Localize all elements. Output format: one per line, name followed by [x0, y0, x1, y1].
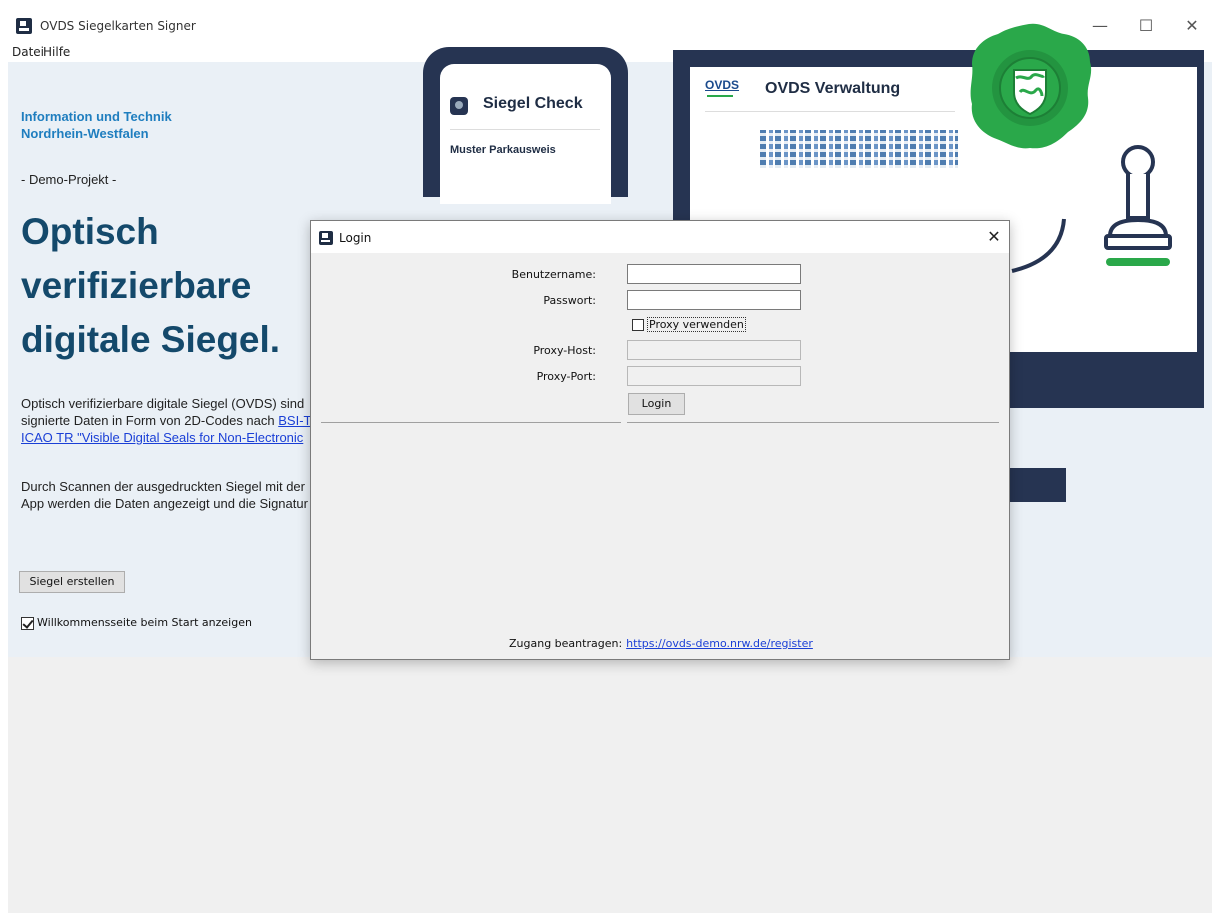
proxy-host-label: Proxy-Host:: [533, 344, 596, 357]
siegel-check-app-icon: [450, 97, 468, 115]
menu-hilfe[interactable]: Hilfe: [43, 45, 70, 59]
password-input[interactable]: [627, 290, 801, 310]
scan-paragraph: Durch Scannen der ausgedruckten Siegel m…: [21, 479, 308, 511]
icao-link[interactable]: ICAO TR "Visible Digital Seals for Non-E…: [21, 430, 303, 445]
menu-datei[interactable]: Datei: [12, 45, 44, 59]
ovds-brand-logo: OVDS: [705, 78, 740, 92]
window-title: OVDS Siegelkarten Signer: [40, 19, 196, 33]
decorative-arc: [1011, 218, 1066, 273]
proxy-checkbox[interactable]: [632, 319, 644, 331]
username-input[interactable]: [627, 264, 801, 284]
login-dialog-titlebar: Login ✕: [311, 221, 1009, 253]
login-dialog: Login ✕ Benutzername: Passwort: Proxy ve…: [310, 220, 1010, 660]
demo-label: - Demo-Projekt -: [21, 172, 117, 187]
separator-left: [321, 422, 621, 423]
description-paragraph: Optisch verifizierbare digitale Siegel (…: [21, 396, 312, 445]
proxy-toggle[interactable]: Proxy verwenden: [632, 317, 746, 332]
phone-divider: [450, 129, 600, 130]
brand-underline: [707, 95, 733, 97]
maximize-button[interactable]: ☐: [1126, 14, 1166, 38]
app-stamp-icon: [16, 18, 32, 34]
show-welcome-row[interactable]: Willkommensseite beim Start anzeigen: [21, 616, 252, 630]
monitor-title: OVDS Verwaltung: [765, 80, 901, 97]
close-dialog-button[interactable]: ✕: [983, 226, 1005, 248]
register-label: Zugang beantragen:: [509, 637, 623, 650]
bsi-link[interactable]: BSI-T: [278, 413, 311, 428]
close-window-button[interactable]: ✕: [1172, 14, 1212, 38]
phone-title: Siegel Check: [483, 95, 583, 112]
green-seal-icon: [970, 23, 1092, 149]
2d-code-graphic: [760, 130, 958, 168]
stamp-icon: [1104, 145, 1172, 266]
headline: Optisch verifizierbare digitale Siegel.: [21, 211, 281, 360]
proxy-port-input[interactable]: [627, 366, 801, 386]
register-link[interactable]: https://ovds-demo.nrw.de/register: [626, 637, 813, 650]
login-dialog-title: Login: [339, 231, 372, 245]
show-welcome-checkbox[interactable]: [21, 616, 34, 630]
empty-lower-area: [8, 657, 1212, 913]
register-row: Zugang beantragen: https://ovds-demo.nrw.…: [509, 637, 813, 650]
phone-screen: [440, 64, 611, 204]
create-seal-button[interactable]: Siegel erstellen: [19, 571, 125, 593]
proxy-label: Proxy verwenden: [647, 317, 746, 332]
dialog-stamp-icon: [319, 231, 333, 245]
password-label: Passwort:: [543, 294, 596, 307]
monitor-divider: [705, 111, 955, 112]
proxy-host-input[interactable]: [627, 340, 801, 360]
separator-right: [627, 422, 999, 423]
phone-subtitle: Muster Parkausweis: [450, 144, 556, 156]
username-label: Benutzername:: [511, 268, 596, 281]
app-window: OVDS Siegelkarten Signer — ☐ ✕ Datei Hil…: [0, 0, 1212, 913]
show-welcome-label: Willkommensseite beim Start anzeigen: [37, 616, 252, 629]
login-button[interactable]: Login: [628, 393, 685, 415]
proxy-port-label: Proxy-Port:: [536, 370, 596, 383]
organization-name: Information und Technik Nordrhein-Westfa…: [21, 109, 172, 141]
